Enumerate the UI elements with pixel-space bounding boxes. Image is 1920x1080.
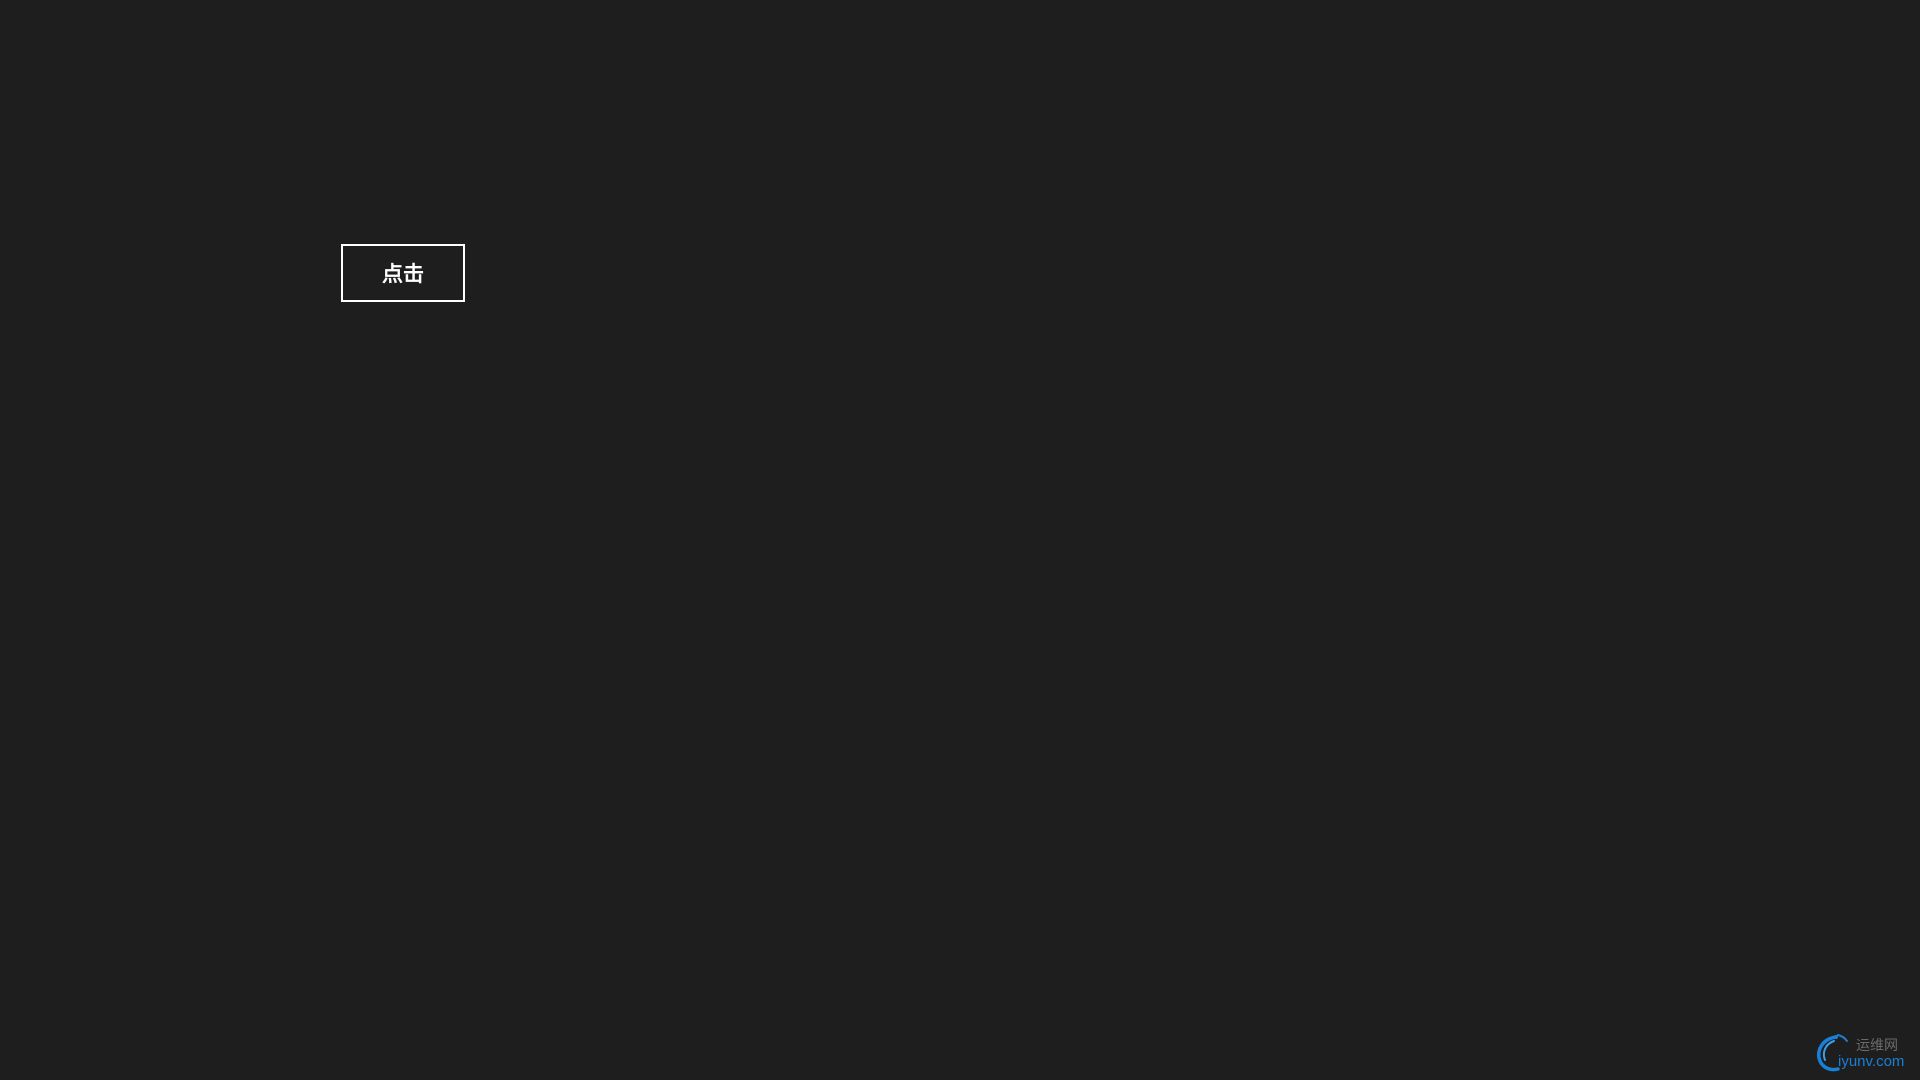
click-button[interactable]: 点击	[341, 244, 465, 302]
watermark-site-text: iyunv.com	[1838, 1053, 1905, 1070]
app-window: 点击 运维网 iyunv.com	[0, 0, 1920, 1080]
watermark: 运维网 iyunv.com	[1814, 1031, 1914, 1075]
watermark-chinese-text: 运维网	[1856, 1038, 1898, 1054]
